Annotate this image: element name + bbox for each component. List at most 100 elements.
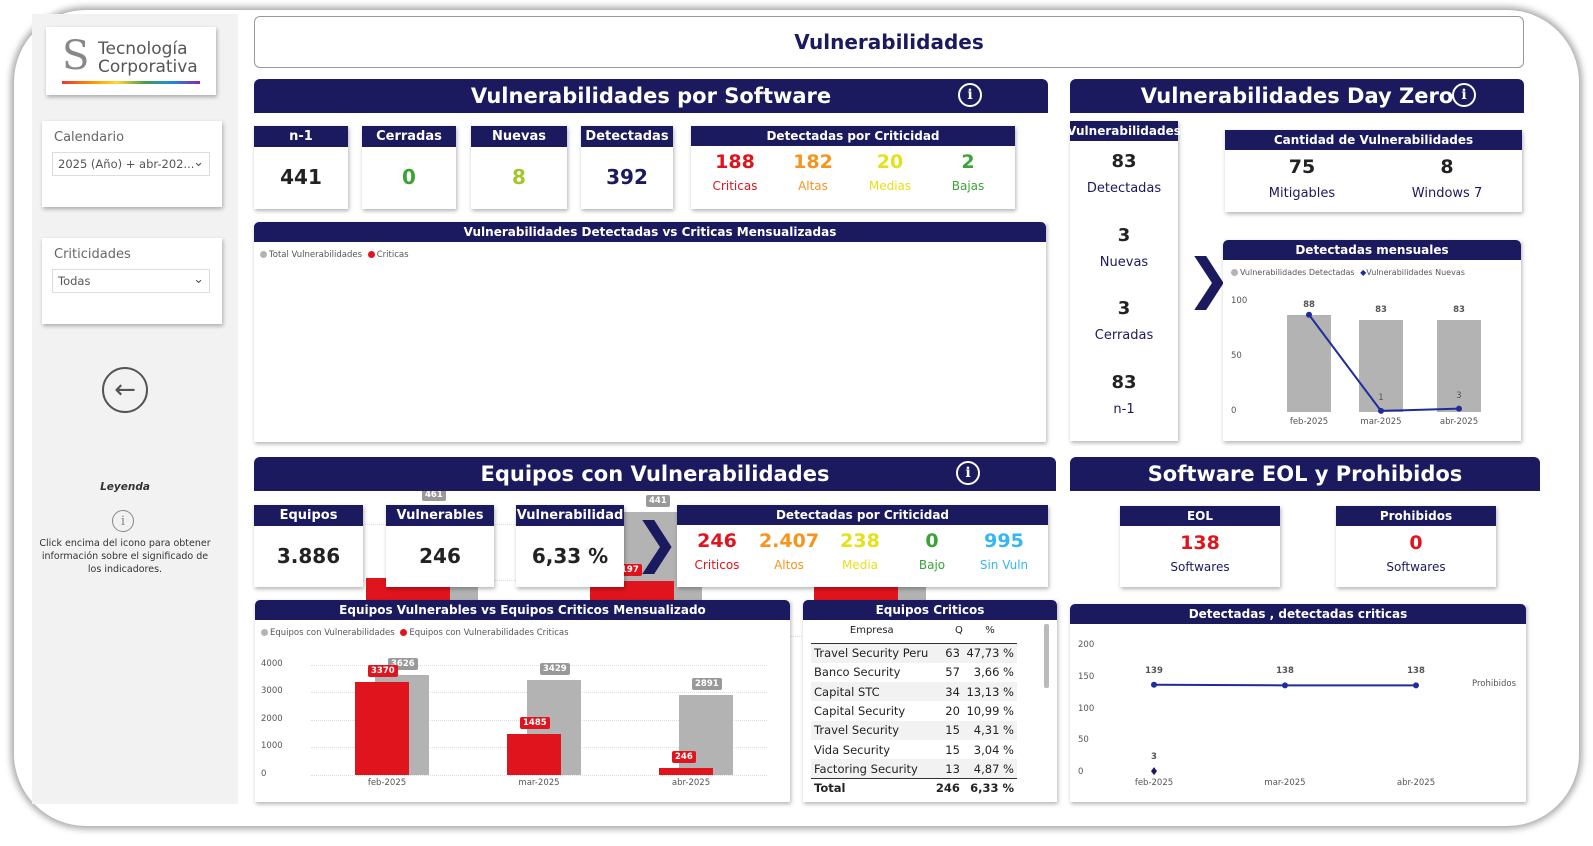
chevron-down-icon: ⌄ <box>193 155 204 170</box>
col-header[interactable]: Q <box>933 622 963 644</box>
table-row[interactable]: Factoring Security 13 4,87 % <box>811 759 1017 779</box>
table-cell: Travel Security Peru <box>814 646 929 661</box>
table-row[interactable]: Capital STC 34 13,13 % <box>811 682 1017 702</box>
total-pct: 6,33 % <box>970 781 1014 796</box>
eol-section-title: Software EOL y Prohibidos <box>1147 462 1463 486</box>
table-cell: Vida Security <box>814 742 891 757</box>
gridline <box>311 775 767 776</box>
legend-text: Click encima del icono para obtener info… <box>39 538 211 575</box>
dayzero-label: Detectadas <box>1086 181 1162 196</box>
eol-card: EOL 138 Softwares <box>1120 506 1280 587</box>
table-row[interactable]: Travel Security Peru 63 47,73 % <box>811 643 1017 663</box>
qty-label: Windows 7 <box>1411 186 1483 201</box>
qty-count: 75 <box>1288 156 1316 178</box>
kpi-label: Detectadas <box>581 126 673 147</box>
kpi-card: Cerradas 0 <box>362 126 456 209</box>
dayzero-vuln-column: Vulnerabilidades 83 Detectadas 3 Nuevas 3 Cer… <box>1067 121 1181 441</box>
table-row[interactable]: Capital Security 20 10,99 % <box>811 701 1017 720</box>
table-cell: 3,66 % <box>973 665 1014 680</box>
eol-card-sub: Softwares <box>1386 560 1446 574</box>
criticality-count: 188 <box>715 151 755 173</box>
dayzero-label: Cerradas <box>1094 328 1154 343</box>
data-label: 2891 <box>692 678 722 691</box>
criticality-metric: 995 Sin Vuln <box>964 530 1044 572</box>
kpi-card: Vulnerables 246 <box>386 505 494 587</box>
kpi-value: 246 <box>419 544 461 568</box>
criticality-count: 2.407 <box>758 530 820 552</box>
table-cell: 63 <box>945 646 960 661</box>
kpi-value: 441 <box>280 165 322 189</box>
col-header[interactable]: % <box>963 622 1017 644</box>
eol-card-label: Prohibidos <box>1336 506 1496 526</box>
criticality-label: Bajo <box>918 558 946 572</box>
info-icon[interactable]: i <box>1452 83 1476 107</box>
table-cell: 15 <box>945 742 960 757</box>
logo-line2: Corporativa <box>98 57 198 77</box>
sw-chart-card: Vulnerabilidades Detectadas vs Criticas … <box>254 222 1046 649</box>
page-title: Vulnerabilidades <box>794 30 984 54</box>
calendar-value: 2025 (Año) + abr-202... <box>58 157 195 171</box>
criticidades-dropdown[interactable]: Todas ⌄ <box>52 269 210 293</box>
data-label: 1485 <box>520 717 550 730</box>
software-section-title: Vulnerabilidades por Software <box>470 84 832 108</box>
dayzero-qty-card: Cantidad de Vulnerabilidades 75 Mitigable… <box>1225 130 1522 212</box>
calendar-dropdown[interactable]: 2025 (Año) + abr-202... ⌄ <box>52 152 210 176</box>
y-tick-label: 4000 <box>261 658 283 669</box>
criticality-count: 0 <box>925 530 939 552</box>
kpi-label: Vulnerabilidad <box>516 505 624 526</box>
kpi-label: Cerradas <box>362 126 456 147</box>
equipos-section-title: Equipos con Vulnerabilidades <box>480 462 830 486</box>
qty-count: 8 <box>1440 156 1454 178</box>
table-row[interactable]: Vida Security 15 3,04 % <box>811 740 1017 759</box>
kpi-label: n-1 <box>254 126 348 147</box>
legend-title: Leyenda <box>100 481 150 493</box>
table-cell: 10,99 % <box>966 704 1014 719</box>
table-cell: 34 <box>945 684 960 699</box>
criticality-count: 2 <box>961 151 975 173</box>
criticality-metric: 188 Criticas <box>695 151 775 193</box>
logo-s-icon: S <box>62 33 90 79</box>
kpi-card: n-1 441 <box>254 126 348 209</box>
software-section-header: Vulnerabilidades por Software i <box>254 79 1048 113</box>
table-cell: Travel Security <box>814 723 900 738</box>
eol-card-value: 0 <box>1409 532 1423 554</box>
table-cell: 15 <box>945 723 960 738</box>
data-label: 3429 <box>540 663 570 676</box>
table-cell: 4,31 % <box>973 723 1014 738</box>
dayzero-qty-title: Cantidad de Vulnerabilidades <box>1225 130 1522 150</box>
col-header[interactable]: Empresa <box>811 622 933 644</box>
eol-section-header: Software EOL y Prohibidos <box>1070 457 1540 491</box>
calendar-label: Calendario <box>54 130 125 145</box>
eq-crit-card: Detectadas por Criticidad 246 Criticos 2.4… <box>677 505 1048 587</box>
series-name-label: Prohibidos <box>1472 678 1517 689</box>
table-row[interactable]: Banco Security 57 3,66 % <box>811 663 1017 682</box>
chart-bar <box>679 695 733 775</box>
legend-info-icon[interactable]: i <box>112 510 134 532</box>
line-point <box>1282 682 1288 689</box>
info-icon[interactable]: i <box>958 83 982 107</box>
table-cell: Capital Security <box>814 704 906 719</box>
x-tick-label: abr-2025 <box>671 778 711 788</box>
table-scrollbar[interactable] <box>1044 624 1049 688</box>
y-tick-label: 0 <box>261 769 267 779</box>
kpi-card: Vulnerabilidad 6,33 % <box>516 505 624 587</box>
eq-chart-card: Equipos Vulnerables vs Equipos Criticos … <box>255 600 790 802</box>
table-cell: 13 <box>945 761 960 776</box>
criticality-metric: 246 Criticos <box>677 530 757 572</box>
info-icon[interactable]: i <box>956 461 980 485</box>
back-arrow-icon[interactable]: ← <box>102 367 148 413</box>
criticality-count: 246 <box>697 530 737 552</box>
line-series <box>1151 681 1419 776</box>
criticality-label: Altos <box>774 558 804 572</box>
criticality-count: 238 <box>840 530 880 552</box>
chevron-down-icon: ⌄ <box>193 272 204 287</box>
sw-crit-card: Detectadas por Criticidad 188 Criticas 182… <box>691 126 1015 209</box>
eq-crit-title: Detectadas por Criticidad <box>677 505 1048 525</box>
calendar-filter: Calendario 2025 (Año) + abr-202... ⌄ <box>42 121 222 207</box>
table-cell: Capital STC <box>814 684 880 699</box>
kpi-card: Equipos 3.886 <box>254 505 363 587</box>
criticality-metric: 238 Media <box>820 530 900 572</box>
criticality-count: 182 <box>793 151 833 173</box>
criticality-metric: 2 Bajas <box>928 151 1008 193</box>
table-row[interactable]: Travel Security 15 4,31 % <box>811 720 1017 740</box>
